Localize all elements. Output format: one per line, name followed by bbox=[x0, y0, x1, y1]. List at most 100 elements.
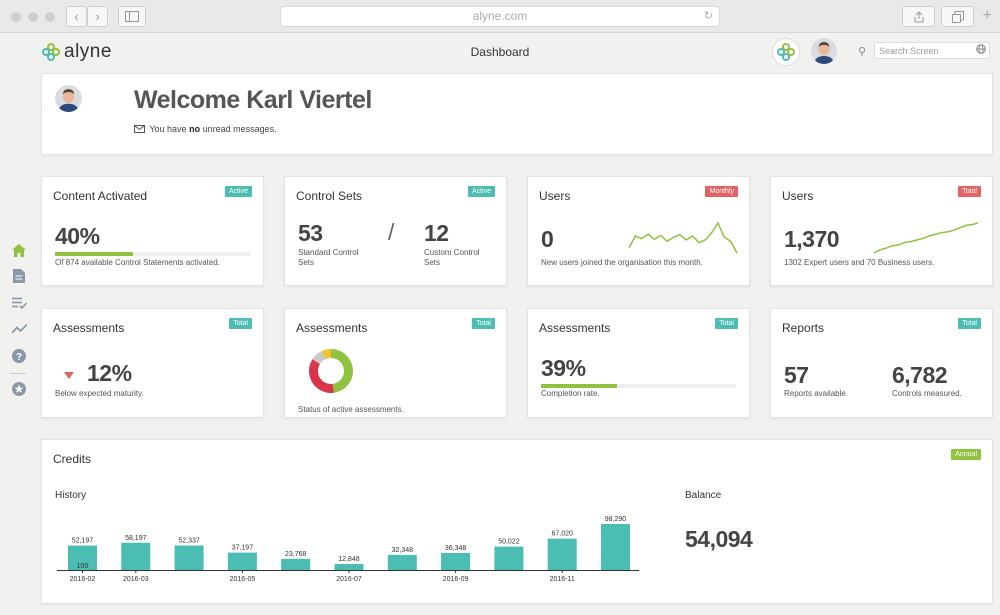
card-title: Assessments bbox=[296, 321, 368, 335]
assessments-status-card[interactable]: Assessments Total Status of active asses… bbox=[284, 308, 507, 418]
assessments-maturity-card[interactable]: Assessments Total 12% Below expected mat… bbox=[41, 308, 264, 418]
down-arrow-icon bbox=[64, 372, 74, 379]
svg-text:?: ? bbox=[16, 352, 22, 363]
controls-caption: Controls measured. bbox=[892, 389, 962, 398]
search-input[interactable] bbox=[874, 42, 990, 59]
completion-progress-fill bbox=[541, 384, 618, 388]
balance-value: 54,094 bbox=[685, 526, 753, 552]
bar-inner-label: 100 bbox=[77, 563, 89, 570]
sidebar-toggle-button[interactable] bbox=[118, 6, 146, 27]
help-icon: ? bbox=[12, 349, 26, 363]
completion-progress-bar bbox=[541, 384, 736, 388]
x-tick-label: 2016-11 bbox=[550, 576, 575, 583]
organization-badge[interactable] bbox=[772, 38, 800, 66]
reports-card[interactable]: Reports Total 57 Reports available. 6,78… bbox=[770, 308, 993, 418]
messages-status[interactable]: You have no unread messages. bbox=[134, 124, 277, 134]
balance-label: Balance bbox=[685, 490, 722, 501]
card-title: Users bbox=[539, 189, 571, 203]
bar-value-label: 36,348 bbox=[445, 545, 467, 552]
total-users-count: 1,370 bbox=[784, 226, 840, 252]
reports-caption: Reports available. bbox=[784, 389, 849, 398]
credit-bar bbox=[334, 563, 364, 570]
users-monthly-card[interactable]: Users Monthly 0 New users joined the org… bbox=[527, 176, 750, 286]
window-close-button[interactable] bbox=[11, 12, 21, 22]
card-title: Users bbox=[782, 189, 814, 203]
bar-value-label: 12,848 bbox=[338, 556, 360, 563]
forward-button[interactable]: › bbox=[87, 6, 108, 27]
user-avatar[interactable] bbox=[811, 38, 837, 64]
credit-bar bbox=[547, 538, 577, 570]
status-badge: Monthly bbox=[705, 186, 738, 197]
completion-percent: 39% bbox=[541, 355, 586, 381]
nav-divider bbox=[10, 373, 26, 374]
checklist-icon bbox=[11, 297, 27, 309]
bar-value-label: 52,337 bbox=[178, 538, 200, 545]
card-title: Credits bbox=[53, 452, 92, 466]
page-title: Dashboard bbox=[470, 45, 530, 59]
content-activated-card[interactable]: Content Activated Active 40% Of 874 avai… bbox=[41, 176, 264, 286]
users-total-sparkline bbox=[873, 222, 979, 254]
reload-icon[interactable]: ↻ bbox=[704, 7, 713, 26]
status-badge: Active bbox=[467, 186, 495, 197]
status-badge: Total bbox=[229, 318, 252, 329]
custom-sets-caption-1: Custom Control bbox=[424, 248, 480, 257]
new-users-count: 0 bbox=[541, 226, 554, 252]
control-sets-card[interactable]: Control Sets Active 53 Standard Control … bbox=[284, 176, 507, 286]
users-monthly-sparkline bbox=[628, 221, 738, 254]
custom-sets-caption-2: Sets bbox=[424, 258, 441, 267]
back-button[interactable]: ‹ bbox=[66, 6, 87, 27]
sets-separator: / bbox=[388, 219, 394, 245]
custom-sets-count: 12 bbox=[424, 220, 449, 246]
users-total-card[interactable]: Users Total 1,370 1302 Expert users and … bbox=[770, 176, 993, 286]
globe-icon[interactable] bbox=[976, 44, 986, 54]
nav-favorites[interactable] bbox=[11, 381, 27, 397]
sidebar-icon bbox=[125, 11, 139, 22]
credits-card: Credits Annual History 52,197 58,197 52,33… bbox=[41, 439, 993, 604]
assessments-completion-card[interactable]: Assessments Total 39% Completion rate. bbox=[527, 308, 750, 418]
bar-value-label: 58,197 bbox=[125, 535, 147, 542]
bar-value-label: 67,020 bbox=[551, 531, 573, 538]
credit-bar bbox=[121, 542, 151, 570]
share-button[interactable] bbox=[902, 6, 935, 27]
organization-logo-icon bbox=[777, 43, 795, 61]
nav-home[interactable] bbox=[11, 242, 27, 258]
status-badge: Active bbox=[224, 186, 252, 197]
credits-history-chart: 52,197 58,197 52,337 37,197 23,768 12,848 32,3… bbox=[57, 516, 639, 583]
status-badge: Annual bbox=[951, 449, 981, 460]
window-maximize-button[interactable] bbox=[45, 12, 55, 22]
welcome-avatar[interactable] bbox=[55, 85, 82, 112]
new-tab-icon[interactable]: + bbox=[983, 8, 992, 24]
tabs-button[interactable] bbox=[941, 6, 974, 27]
status-caption: Status of active assessments. bbox=[298, 405, 404, 414]
status-badge: Total bbox=[472, 318, 495, 329]
nav-trends[interactable] bbox=[11, 321, 27, 337]
content-progress-fill bbox=[55, 252, 133, 256]
document-icon bbox=[13, 269, 25, 283]
content-percent: 40% bbox=[55, 223, 100, 249]
welcome-avatar-image bbox=[55, 85, 82, 112]
maturity-percent: 12% bbox=[87, 360, 132, 386]
bar-value-label: 23,768 bbox=[285, 551, 307, 558]
address-bar[interactable]: alyne.com ↻ bbox=[280, 6, 720, 27]
credit-bar bbox=[387, 554, 417, 570]
url-text: alyne.com bbox=[472, 9, 528, 23]
welcome-card: Welcome Karl Viertel You have no unread … bbox=[41, 73, 993, 155]
maturity-caption: Below expected maturity. bbox=[55, 389, 144, 398]
card-title: Assessments bbox=[53, 321, 125, 335]
nav-documents[interactable] bbox=[11, 268, 27, 284]
trend-icon bbox=[11, 324, 27, 334]
nav-checklist[interactable] bbox=[11, 295, 27, 311]
bar-value-label: 98,290 bbox=[605, 516, 627, 523]
window-minimize-button[interactable] bbox=[28, 12, 38, 22]
envelope-icon bbox=[134, 125, 145, 133]
x-tick-label: 2016-05 bbox=[230, 576, 256, 583]
nav-help[interactable]: ? bbox=[11, 348, 27, 364]
search-icon[interactable]: ⚲ bbox=[858, 45, 866, 58]
standard-sets-count: 53 bbox=[298, 220, 323, 246]
donut-slice-red bbox=[309, 359, 334, 393]
controls-count: 6,782 bbox=[892, 362, 948, 388]
new-users-caption: New users joined the organisation this m… bbox=[541, 258, 703, 267]
card-title: Content Activated bbox=[53, 189, 148, 203]
status-badge: Total bbox=[715, 318, 738, 329]
status-badge: Total bbox=[958, 186, 981, 197]
